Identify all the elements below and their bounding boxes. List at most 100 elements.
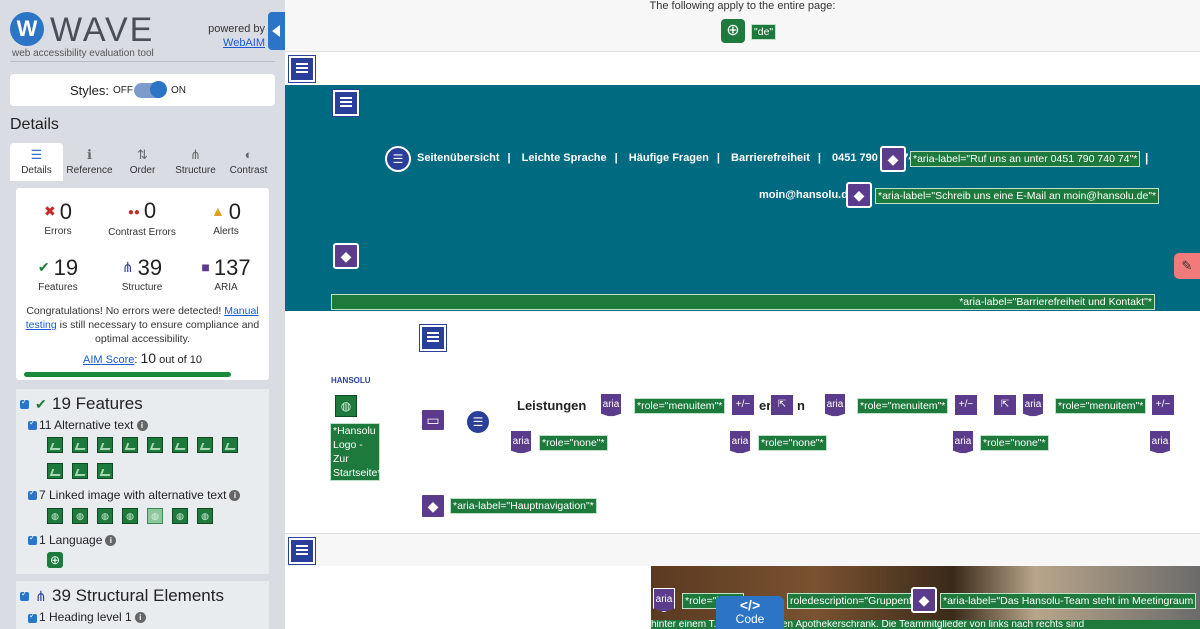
role-tag: *role="none"* — [539, 435, 608, 451]
alt-text-checkbox[interactable] — [28, 418, 37, 430]
code-toggle-button[interactable]: </> Code — [716, 596, 784, 629]
code-icon: </> — [739, 597, 761, 613]
nav-link[interactable]: Barrierefreiheit — [731, 152, 810, 164]
feedback-icon[interactable]: ✎ — [1174, 253, 1200, 279]
linked-image-icon[interactable]: ◍ — [97, 508, 113, 524]
nav-separator: | — [817, 152, 821, 164]
tab-contrast[interactable]: ◐ Contrast — [222, 143, 275, 181]
tab-structure-label: Structure — [175, 165, 216, 176]
globe-icon[interactable]: ⊕ — [47, 552, 63, 568]
structure-label: Structure — [121, 282, 163, 293]
nav-separator: | — [507, 152, 511, 164]
aria-count: 137 — [213, 255, 251, 280]
info-icon[interactable]: i — [136, 420, 148, 431]
webaim-link[interactable]: WebAIM — [223, 37, 265, 49]
styles-label: Styles: — [70, 83, 110, 98]
feature-icon: ✔ — [35, 396, 47, 412]
info-icon[interactable]: i — [134, 612, 146, 623]
globe-icon[interactable]: ⊕ — [721, 19, 745, 43]
powered-by-text: powered by — [208, 23, 265, 35]
contrast-icon: ◐ — [244, 147, 253, 162]
image-icon[interactable] — [47, 463, 63, 479]
landmark-icon[interactable] — [289, 56, 315, 82]
aria-label: ARIA — [214, 282, 238, 293]
role-tag: *role="menuitem"* — [634, 398, 726, 414]
image-icon[interactable] — [47, 437, 63, 453]
image-icon[interactable] — [97, 437, 113, 453]
alert-icon: ▲ — [210, 203, 225, 219]
linked-image-icon[interactable]: ◍ — [122, 508, 138, 524]
image-icon[interactable] — [122, 437, 138, 453]
list-icon[interactable]: ☰ — [465, 409, 491, 435]
language-checkbox[interactable] — [28, 533, 37, 545]
linked-image-icon[interactable]: ◍ — [197, 508, 213, 524]
image-icon[interactable] — [222, 437, 238, 453]
nav-link[interactable]: Seitenübersicht — [417, 152, 500, 164]
linked-image-row: 7 Linked image with alternative text i — [39, 488, 241, 502]
heading-checkbox[interactable] — [28, 611, 37, 623]
linked-image-icon[interactable]: ◍ — [335, 395, 357, 417]
info-icon[interactable]: i — [229, 490, 241, 501]
image-icon[interactable] — [197, 437, 213, 453]
structural-panel: ⋔ 39 Structural Elements 1 Heading level… — [16, 581, 269, 629]
expand-icon[interactable]: +/− — [731, 394, 755, 416]
image-icon[interactable] — [97, 463, 113, 479]
tab-reference[interactable]: ℹ Reference — [63, 143, 116, 181]
image-icon[interactable] — [147, 437, 163, 453]
tag-icon[interactable]: ◆ — [846, 182, 872, 208]
menu-item-partial[interactable]: n — [797, 398, 805, 413]
tab-details-label: Details — [21, 165, 52, 176]
styles-toggle[interactable] — [134, 81, 167, 98]
tag-icon[interactable]: ◆ — [420, 493, 446, 519]
image-icon[interactable] — [72, 463, 88, 479]
tab-structure[interactable]: ⋔ Structure — [169, 143, 222, 181]
aria-label-tag: *aria-label="Barrierefreiheit und Kontak… — [331, 294, 1155, 310]
email-link[interactable]: moin@hansolu.de — [759, 189, 854, 201]
image-icon[interactable] — [72, 437, 88, 453]
structural-checkbox[interactable] — [20, 589, 29, 601]
alerts-label: Alerts — [213, 226, 239, 237]
popup-icon[interactable]: ⇱ — [993, 394, 1017, 416]
linked-image-icon[interactable]: ◍ — [72, 508, 88, 524]
collapse-sidebar-button[interactable] — [268, 12, 285, 50]
linked-image-icon[interactable]: ◍ — [172, 508, 188, 524]
features-panel: ✔ 19 Features 11 Alternative texti 7 Lin… — [16, 389, 269, 574]
list-icon: ☰ — [30, 147, 43, 162]
expand-icon[interactable]: +/− — [954, 394, 978, 416]
dropdown-icon[interactable]: ▭ — [420, 408, 446, 432]
info-icon[interactable]: i — [105, 535, 117, 546]
tab-order[interactable]: ⇅ Order — [116, 143, 169, 181]
tag-icon[interactable]: ◆ — [333, 243, 359, 269]
nav-link[interactable]: Häufige Fragen — [629, 152, 709, 164]
popup-icon[interactable]: ⇱ — [770, 394, 794, 416]
section-band — [285, 534, 1200, 566]
nav-link[interactable]: Leichte Sprache — [522, 152, 607, 164]
order-icon: ⇅ — [137, 147, 148, 162]
linked-image-icon[interactable]: ◍ — [47, 508, 63, 524]
linked-image-icon[interactable]: ◍ — [147, 508, 163, 524]
powered-by: powered by WebAIM — [208, 22, 265, 50]
expand-icon[interactable]: +/− — [1151, 394, 1175, 416]
contrast-errors-count: 0 — [143, 198, 157, 223]
aim-score: AIM Score: 10 out of 10 — [83, 350, 202, 366]
aim-score-link[interactable]: AIM Score — [83, 354, 134, 366]
list-icon[interactable]: ☰ — [385, 146, 411, 172]
structure-icon: ⋔ — [190, 147, 201, 162]
landmark-icon[interactable] — [289, 538, 315, 564]
role-tag: *role="menuitem"* — [1055, 398, 1147, 414]
tag-icon[interactable]: ◆ — [911, 587, 937, 613]
landmark-icon[interactable] — [420, 325, 446, 351]
panel-tabs: ☰ Details ℹ Reference ⇅ Order ⋔ Structur… — [10, 143, 275, 181]
features-checkbox[interactable] — [20, 397, 29, 409]
linked-image-checkbox[interactable] — [28, 488, 37, 500]
tab-details[interactable]: ☰ Details — [10, 143, 63, 181]
landmark-icon[interactable] — [333, 90, 359, 116]
alt-text-row: 11 Alternative text i — [39, 418, 148, 432]
image-icon[interactable] — [172, 437, 188, 453]
aria-icon: aria — [510, 430, 532, 454]
tag-icon[interactable]: ◆ — [880, 146, 906, 172]
role-tag: *role="none"* — [980, 435, 1049, 451]
menu-item-leistungen[interactable]: Leistungen — [517, 398, 586, 413]
page-wide-note: The following apply to the entire page: … — [285, 0, 1200, 52]
styles-on-label: ON — [171, 85, 186, 96]
